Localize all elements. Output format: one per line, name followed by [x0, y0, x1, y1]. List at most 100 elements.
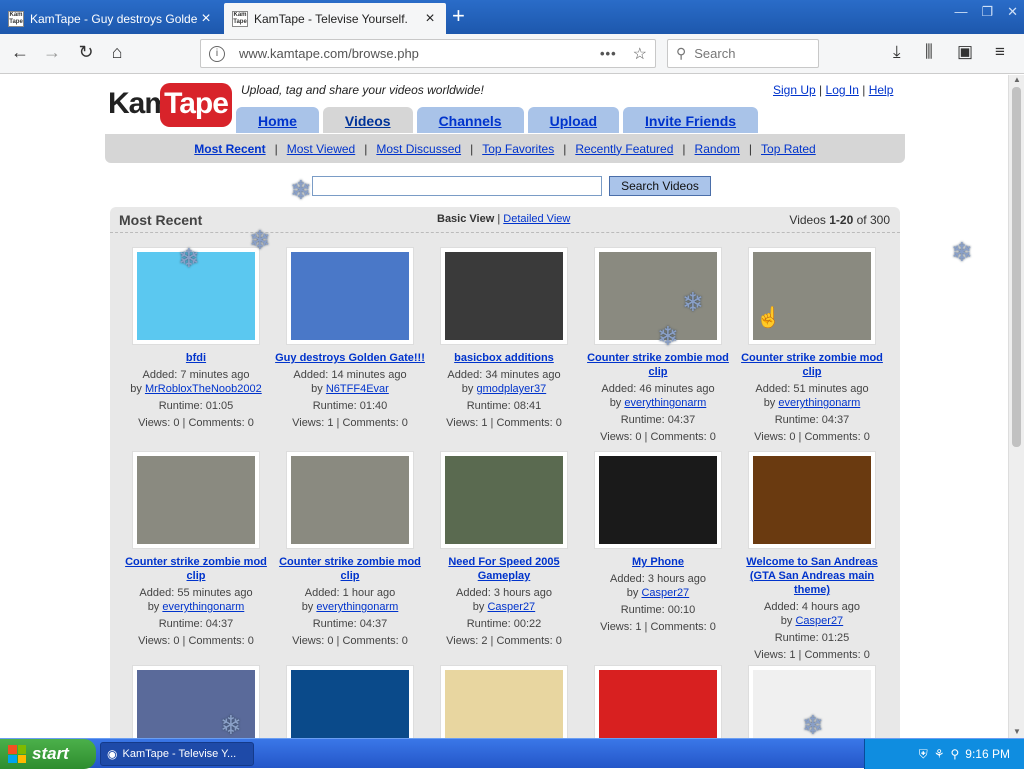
author-link[interactable]: Casper27 [487, 601, 535, 613]
tab-upload[interactable]: Upload [527, 107, 620, 133]
url-text[interactable]: www.kamtape.com/browse.php [239, 46, 600, 61]
scrollbar-thumb[interactable] [1012, 87, 1021, 447]
log-in-link[interactable]: Log In [826, 83, 859, 97]
thumbnail-image [445, 252, 563, 340]
video-title-link[interactable]: Counter strike zombie mod clip [581, 351, 735, 379]
author-link[interactable]: Casper27 [641, 587, 689, 599]
menu-icon[interactable]: ≡ [995, 42, 1005, 62]
author-link[interactable]: everythingonarm [316, 601, 398, 613]
tab-channels[interactable]: Channels [416, 107, 524, 133]
video-title-link[interactable]: Welcome to San Andreas (GTA San Andreas … [735, 555, 889, 597]
sidebar-icon[interactable]: ▣ [957, 42, 973, 62]
bookmark-star-icon[interactable]: ☆ [633, 44, 647, 64]
minimize-icon[interactable]: — [954, 4, 967, 20]
snowflake-icon: ❄ [657, 321, 679, 351]
home-icon[interactable]: ⌂ [105, 42, 129, 63]
author-link[interactable]: everythingonarm [778, 397, 860, 409]
author-link[interactable]: Casper27 [795, 615, 843, 627]
taskbar-window-button[interactable]: ◉ KamTape - Televise Y... [100, 742, 254, 766]
author-link[interactable]: everythingonarm [624, 397, 706, 409]
author-link[interactable]: MrRobloxTheNoob2002 [145, 383, 262, 395]
video-search-input[interactable] [312, 176, 602, 196]
video-thumbnail[interactable] [440, 451, 568, 549]
info-icon[interactable]: i [209, 45, 225, 62]
maximize-icon[interactable]: ❐ [981, 4, 993, 20]
search-icon: ⚲ [676, 45, 687, 61]
new-tab-button[interactable]: + [452, 4, 465, 28]
sign-up-link[interactable]: Sign Up [773, 83, 816, 97]
subnav-most-discussed[interactable]: Most Discussed [376, 142, 461, 156]
video-author: by everythingonarm [763, 397, 861, 409]
subnav-most-viewed[interactable]: Most Viewed [287, 142, 355, 156]
detailed-view-link[interactable]: Detailed View [503, 213, 570, 225]
author-link[interactable]: gmodplayer37 [476, 383, 546, 395]
video-added: Added: 3 hours ago [609, 573, 707, 585]
scroll-up-icon[interactable]: ▲ [1013, 75, 1021, 84]
video-thumbnail[interactable] [286, 665, 414, 738]
address-bar[interactable]: i www.kamtape.com/browse.php ••• ☆ [200, 39, 656, 68]
video-stats: Views: 1 | Comments: 0 [600, 621, 716, 633]
close-window-icon[interactable]: ✕ [1007, 4, 1018, 20]
thumbnail-image [291, 456, 409, 544]
page-scrollbar[interactable]: ▲ ▼ [1008, 75, 1024, 738]
firefox-icon: ◉ [107, 747, 118, 761]
library-icon[interactable]: ⫼ [925, 42, 933, 62]
video-title-link[interactable]: Need For Speed 2005 Gameplay [427, 555, 581, 583]
subnav-top-rated[interactable]: Top Rated [761, 142, 816, 156]
forward-arrow-icon[interactable]: → [40, 42, 64, 63]
help-link[interactable]: Help [869, 83, 894, 97]
video-title-link[interactable]: Counter strike zombie mod clip [735, 351, 889, 379]
thumbnail-image [445, 456, 563, 544]
video-added: Added: 14 minutes ago [293, 369, 407, 381]
back-arrow-icon[interactable]: ← [8, 42, 32, 63]
subnav-most-recent[interactable]: Most Recent [194, 142, 265, 156]
video-thumbnail[interactable] [440, 665, 568, 738]
video-title-link[interactable]: Counter strike zombie mod clip [119, 555, 273, 583]
tab-home[interactable]: Home [236, 107, 319, 133]
subnav-random[interactable]: Random [695, 142, 740, 156]
search-icon[interactable]: ⚲ [951, 747, 960, 761]
author-link[interactable]: N6TFF4Evar [326, 383, 389, 395]
browser-search-input[interactable]: ⚲ Search [667, 39, 819, 68]
subnav-recently-featured[interactable]: Recently Featured [575, 142, 673, 156]
video-added: Added: 7 minutes ago [142, 369, 250, 381]
start-button[interactable]: start [0, 739, 96, 769]
video-title-link[interactable]: Guy destroys Golden Gate!!! [273, 351, 427, 365]
close-tab-icon[interactable]: × [198, 10, 214, 28]
video-stats: Views: 1 | Comments: 0 [446, 417, 562, 429]
video-thumbnail[interactable] [594, 665, 722, 738]
kamtape-logo[interactable]: Kam Tape [108, 83, 232, 129]
video-title-link[interactable]: My Phone [581, 555, 735, 569]
tab-invite-friends[interactable]: Invite Friends [623, 107, 759, 133]
author-link[interactable]: everythingonarm [162, 601, 244, 613]
network-icon[interactable]: ⚘ [934, 747, 945, 761]
search-videos-button[interactable]: Search Videos [609, 176, 711, 196]
video-title-link[interactable]: bfdi [119, 351, 273, 365]
video-runtime: Runtime: 01:25 [774, 632, 850, 644]
video-thumbnail[interactable] [748, 247, 876, 345]
video-runtime: Runtime: 04:37 [774, 414, 850, 426]
video-author: by Casper27 [780, 615, 844, 627]
reload-icon[interactable]: ↻ [74, 42, 98, 63]
browser-tab-1[interactable]: Kam Tape KamTape - Guy destroys Golden G… [0, 3, 222, 34]
page-actions-icon[interactable]: ••• [600, 46, 617, 61]
video-thumbnail[interactable] [132, 451, 260, 549]
tab-title: KamTape - Guy destroys Golden Gate!!! [30, 11, 198, 26]
video-thumbnail[interactable] [748, 451, 876, 549]
video-thumbnail[interactable] [286, 247, 414, 345]
video-thumbnail[interactable] [594, 451, 722, 549]
video-runtime: Runtime: 00:22 [466, 618, 542, 630]
browser-tab-2[interactable]: Kam Tape KamTape - Televise Yourself. × [224, 3, 446, 34]
close-tab-icon[interactable]: × [422, 10, 438, 28]
video-title-link[interactable]: Counter strike zombie mod clip [273, 555, 427, 583]
tab-videos[interactable]: Videos [322, 107, 413, 133]
video-author: by everythingonarm [609, 397, 707, 409]
shield-icon[interactable]: ⛨ [919, 747, 928, 762]
scroll-down-icon[interactable]: ▼ [1013, 727, 1021, 736]
subnav-top-favorites[interactable]: Top Favorites [482, 142, 554, 156]
video-title-link[interactable]: basicbox additions [427, 351, 581, 365]
video-sub-nav: Most Recent | Most Viewed | Most Discussed… [105, 134, 905, 163]
video-thumbnail[interactable] [440, 247, 568, 345]
download-icon[interactable]: ⤓ [893, 42, 901, 62]
video-thumbnail[interactable] [286, 451, 414, 549]
